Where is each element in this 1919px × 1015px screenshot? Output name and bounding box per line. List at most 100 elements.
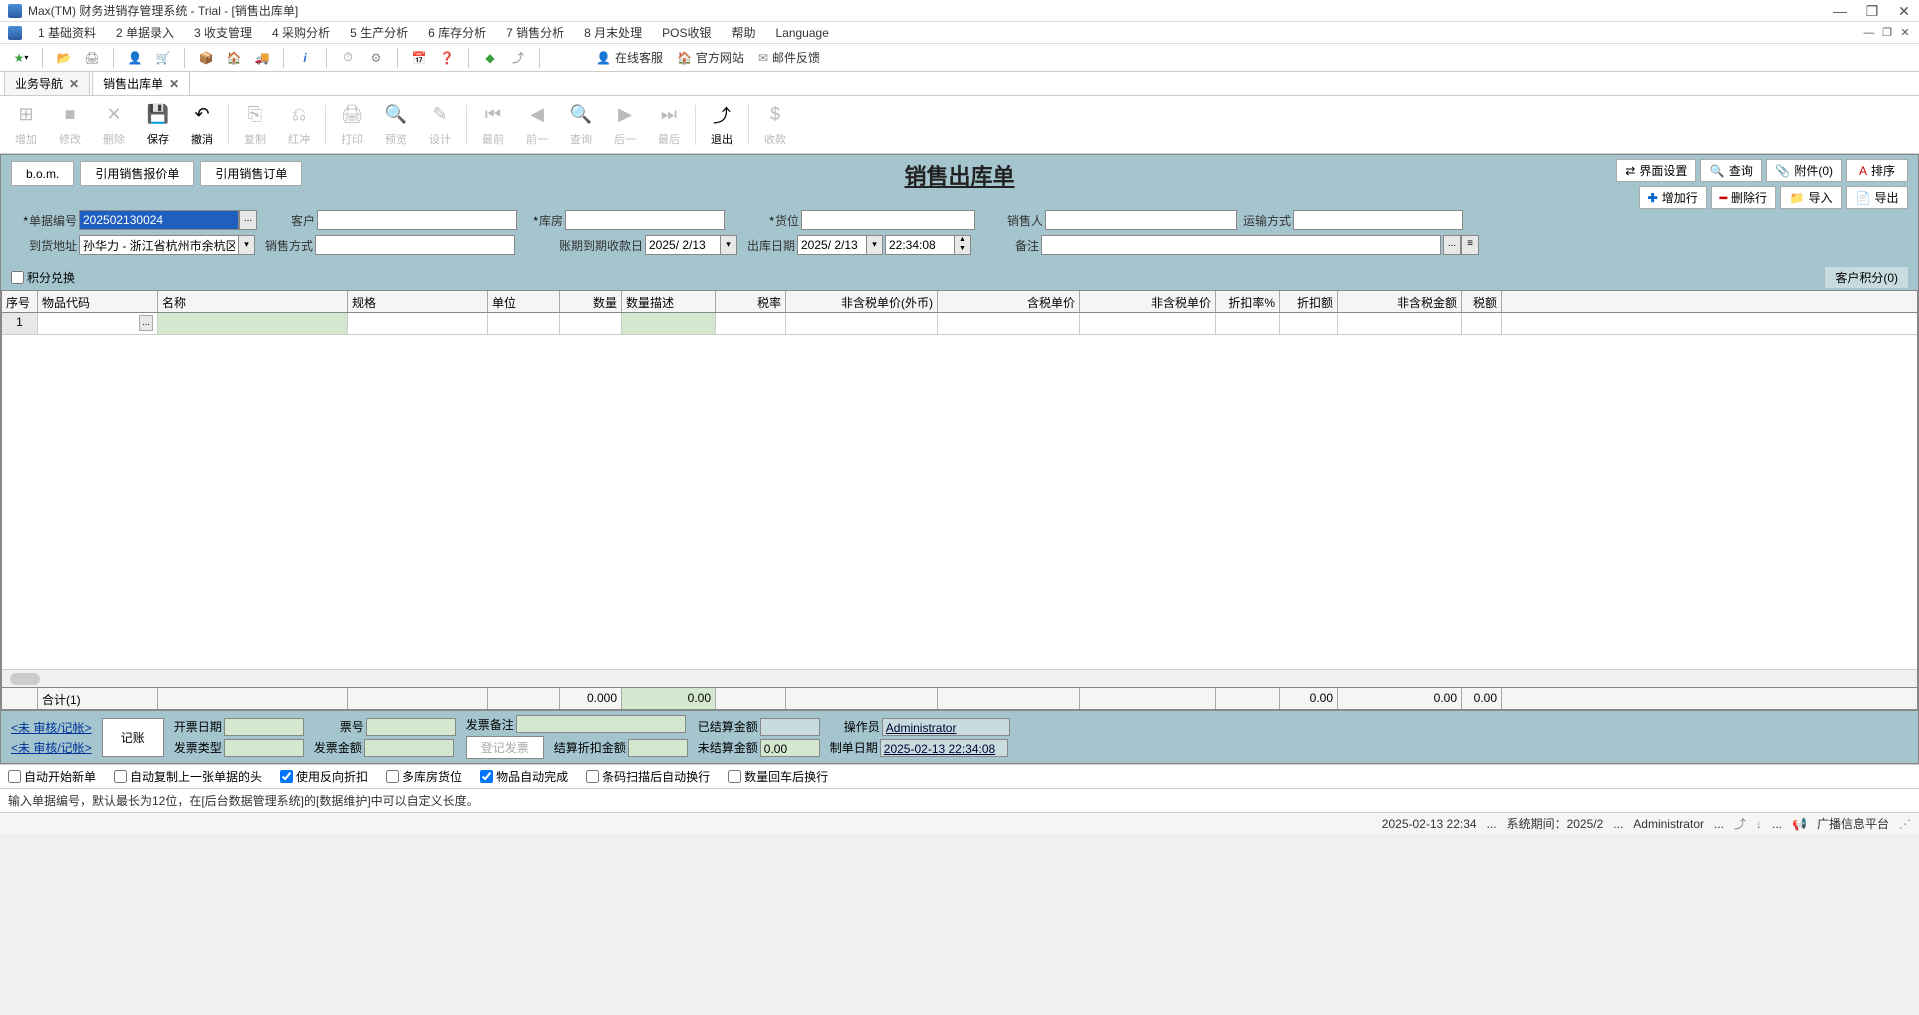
add-row-button[interactable]: ✚增加行 [1639, 186, 1707, 209]
due-date-picker[interactable]: ▾ [721, 235, 737, 255]
grid-cell[interactable] [938, 313, 1080, 334]
grid-cell[interactable]: 1 [2, 313, 38, 334]
check-reverse-discount[interactable]: 使用反向折扣 [280, 768, 368, 785]
grid-cell[interactable]: ... [38, 313, 158, 334]
grid-cell[interactable] [560, 313, 622, 334]
grid-cell[interactable] [1080, 313, 1216, 334]
out-date-picker[interactable]: ▾ [867, 235, 883, 255]
ship-method-input[interactable] [1293, 210, 1463, 230]
column-header[interactable]: 税率 [716, 291, 786, 312]
remark-input[interactable] [1041, 235, 1441, 255]
menu-pos[interactable]: POS收银 [652, 24, 721, 41]
column-header[interactable]: 折扣额 [1280, 291, 1338, 312]
remark-more[interactable]: ... [1443, 235, 1461, 255]
mdi-close[interactable]: ✕ [1899, 27, 1911, 39]
grid-cell[interactable] [622, 313, 716, 334]
invoice-no-input[interactable] [366, 718, 456, 736]
tb-box[interactable]: 📦 [193, 47, 219, 69]
grid-cell[interactable] [1280, 313, 1338, 334]
toolbar-保存[interactable]: 💾保存 [136, 103, 180, 147]
check-multi-warehouse[interactable]: 多库房货位 [386, 768, 462, 785]
check-auto-complete-item[interactable]: 物品自动完成 [480, 768, 568, 785]
tb-calendar[interactable]: 📅 [406, 47, 432, 69]
invoice-remark-input[interactable] [516, 715, 686, 733]
tab-close-icon[interactable]: ✕ [169, 77, 179, 91]
status-more-2[interactable]: ... [1613, 817, 1623, 831]
export-button[interactable]: 📄导出 [1846, 186, 1908, 209]
maximize-button[interactable]: ❐ [1865, 4, 1879, 18]
tab-close-icon[interactable]: ✕ [69, 77, 79, 91]
column-header[interactable]: 非含税金额 [1338, 291, 1462, 312]
import-button[interactable]: 📁导入 [1780, 186, 1842, 209]
sale-method-input[interactable] [315, 235, 515, 255]
out-time-spinner[interactable]: ▲▼ [955, 235, 971, 255]
search-button[interactable]: 🔍查询 [1700, 159, 1762, 182]
bom-button[interactable]: b.o.m. [11, 161, 74, 186]
register-invoice-button[interactable]: 登记发票 [466, 736, 544, 759]
grid-horizontal-scrollbar[interactable] [2, 669, 1917, 687]
settle-discount-input[interactable] [628, 739, 688, 757]
order-ref-button[interactable]: 引用销售订单 [200, 161, 302, 186]
status-resize-grip[interactable]: ⋰ [1899, 817, 1911, 831]
tb-info[interactable]: i [292, 47, 318, 69]
menu-language[interactable]: Language [765, 26, 838, 40]
sort-button[interactable]: A排序 [1846, 159, 1908, 182]
location-input[interactable] [801, 210, 975, 230]
quote-ref-button[interactable]: 引用销售报价单 [80, 161, 194, 186]
customer-input[interactable] [317, 210, 517, 230]
minimize-button[interactable]: — [1833, 4, 1847, 18]
menu-document-input[interactable]: 2 单据录入 [106, 24, 184, 41]
tab-navigation[interactable]: 业务导航 ✕ [4, 71, 90, 95]
due-date-input[interactable] [645, 235, 721, 255]
link-official-site[interactable]: 🏠官方网站 [671, 49, 750, 66]
status-more-3[interactable]: ... [1714, 817, 1724, 831]
tb-help[interactable]: ❓ [434, 47, 460, 69]
grid-cell[interactable] [786, 313, 938, 334]
delete-row-button[interactable]: ━删除行 [1711, 186, 1776, 209]
column-header[interactable]: 数量 [560, 291, 622, 312]
status-icon-1[interactable]: ⤴ [1734, 815, 1746, 832]
grid-cell[interactable] [1216, 313, 1280, 334]
link-online-cs[interactable]: 👤在线客服 [590, 49, 669, 66]
column-header[interactable]: 税额 [1462, 291, 1502, 312]
tb-gear[interactable]: ⚙ [363, 47, 389, 69]
menu-inventory-analysis[interactable]: 6 库存分析 [418, 24, 496, 41]
status-icon-2[interactable]: ↓ [1756, 817, 1762, 831]
out-time-input[interactable] [885, 235, 955, 255]
grid-cell[interactable] [716, 313, 786, 334]
operator-value[interactable]: Administrator [882, 718, 1010, 736]
column-header[interactable]: 折扣率% [1216, 291, 1280, 312]
out-date-input[interactable] [797, 235, 867, 255]
mdi-restore[interactable]: ❐ [1881, 27, 1893, 39]
table-row[interactable]: 1... [2, 313, 1917, 335]
menu-basic-data[interactable]: 1 基础资料 [28, 24, 106, 41]
check-auto-new[interactable]: 自动开始新单 [8, 768, 96, 785]
check-auto-copy-header[interactable]: 自动复制上一张单据的头 [114, 768, 262, 785]
warehouse-input[interactable] [565, 210, 725, 230]
post-button[interactable]: 记账 [102, 718, 164, 757]
menu-finance[interactable]: 3 收支管理 [184, 24, 262, 41]
doc-no-input[interactable] [79, 210, 239, 230]
tab-sales-outbound[interactable]: 销售出库单 ✕ [92, 71, 190, 95]
mdi-minimize[interactable]: — [1863, 27, 1875, 39]
unapproved-link-1[interactable]: <未 审核/记帐> [11, 719, 92, 736]
column-header[interactable]: 名称 [158, 291, 348, 312]
tb-truck[interactable]: 🚚 [249, 47, 275, 69]
menu-purchase-analysis[interactable]: 4 采购分析 [262, 24, 340, 41]
column-header[interactable]: 物品代码 [38, 291, 158, 312]
column-header[interactable]: 规格 [348, 291, 488, 312]
invoice-type-input[interactable] [224, 739, 304, 757]
check-barcode-newline[interactable]: 条码扫描后自动换行 [586, 768, 710, 785]
item-lookup-button[interactable]: ... [139, 315, 153, 331]
scrollbar-thumb[interactable] [10, 673, 40, 685]
tb-exit[interactable]: ⤴ [505, 47, 531, 69]
tb-user[interactable]: 👤 [122, 47, 148, 69]
column-header[interactable]: 单位 [488, 291, 560, 312]
status-more-4[interactable]: ... [1772, 817, 1782, 831]
tb-clock[interactable]: ⏱ [335, 47, 361, 69]
salesperson-input[interactable] [1045, 210, 1237, 230]
tb-diamond[interactable]: ◆ [477, 47, 503, 69]
tb-open[interactable]: 📂 [51, 47, 77, 69]
link-mail-feedback[interactable]: ✉邮件反馈 [752, 49, 826, 66]
tb-favorite[interactable]: ★▾ [8, 47, 34, 69]
